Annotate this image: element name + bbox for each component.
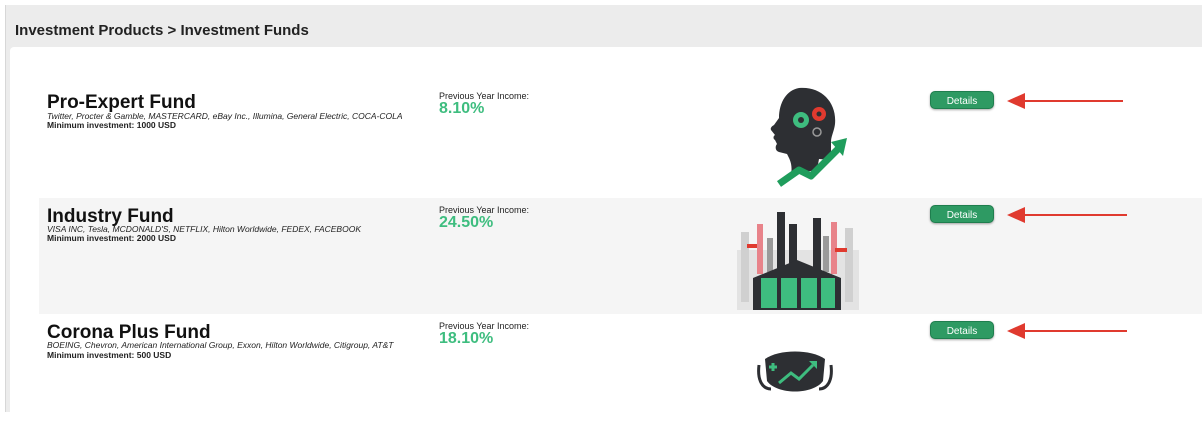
head-gears-growth-icon	[770, 87, 847, 187]
income-value: 8.10%	[439, 100, 485, 117]
red-arrow-icon	[1007, 207, 1127, 223]
min-label: Minimum investment:	[47, 350, 135, 360]
fund-list-card: Pro-Expert Fund Twitter, Procter & Gambl…	[10, 47, 1202, 412]
min-value: 1000 USD	[136, 120, 176, 130]
income-value: 18.10%	[439, 330, 494, 347]
fund-row-pro-expert: Pro-Expert Fund Twitter, Procter & Gambl…	[39, 82, 1202, 198]
income-value: 24.50%	[439, 214, 494, 231]
min-label: Minimum investment:	[47, 233, 135, 243]
face-mask-growth-icon	[757, 351, 833, 392]
fund-minimum-investment: Minimum investment: 500 USD	[47, 350, 171, 360]
details-button[interactable]: Details	[930, 205, 994, 223]
factory-icon	[737, 212, 859, 310]
red-arrow-icon	[1007, 323, 1127, 339]
fund-row-corona-plus: Corona Plus Fund BOEING, Chevron, Americ…	[39, 315, 1202, 431]
fund-row-industry: Industry Fund VISA INC, Tesla, MCDONALD'…	[39, 198, 1202, 314]
details-button[interactable]: Details	[930, 321, 994, 339]
red-arrow-icon	[1007, 93, 1123, 109]
fund-minimum-investment: Minimum investment: 1000 USD	[47, 120, 176, 130]
breadcrumb: Investment Products > Investment Funds	[15, 22, 309, 39]
min-value: 2000 USD	[136, 233, 176, 243]
fund-name: Pro-Expert Fund	[47, 92, 196, 113]
fund-minimum-investment: Minimum investment: 2000 USD	[47, 233, 176, 243]
min-label: Minimum investment:	[47, 120, 135, 130]
min-value: 500 USD	[136, 350, 172, 360]
fund-companies: BOEING, Chevron, American International …	[47, 340, 394, 350]
details-button[interactable]: Details	[930, 91, 994, 109]
